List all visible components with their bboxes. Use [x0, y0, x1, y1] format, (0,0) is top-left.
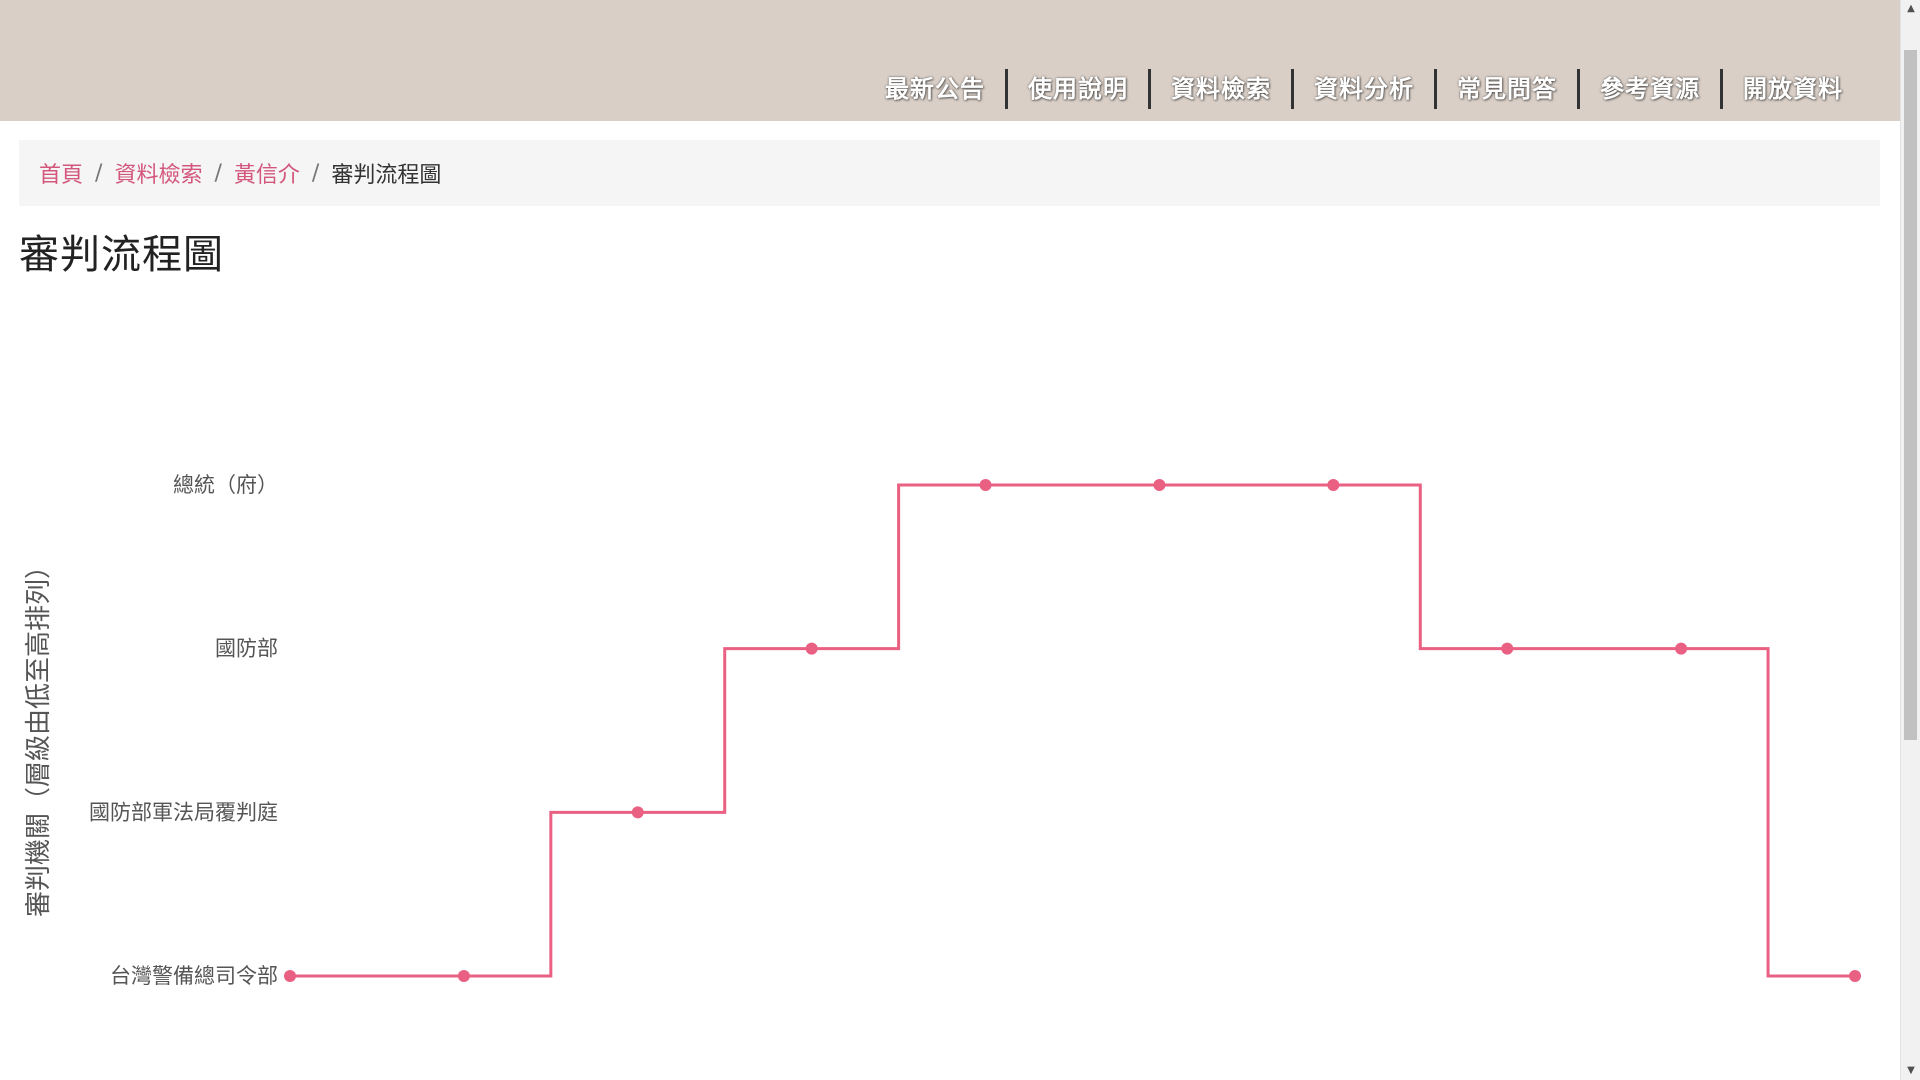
data-point[interactable]: [1675, 642, 1688, 655]
series-line-group: [290, 483, 1855, 978]
breadcrumb-separator: /: [311, 160, 320, 186]
data-points: [284, 479, 1861, 982]
nav-item-announcements[interactable]: 最新公告: [865, 66, 1005, 112]
y-axis-title: 審判機關（層級由低至高排列）: [24, 553, 54, 917]
breadcrumb-home[interactable]: 首頁: [39, 157, 83, 189]
trial-flow-chart: 審判機關（層級由低至高排列） 台灣警備總司令部 國防部軍法局覆判庭 國防部 總統（府）: [24, 473, 1861, 988]
nav-item-open-data[interactable]: 開放資料: [1723, 66, 1863, 112]
breadcrumb-person[interactable]: 黃信介: [234, 157, 300, 189]
data-point[interactable]: [1501, 642, 1514, 655]
series-line: [290, 483, 1855, 978]
scroll-up-arrow-icon[interactable]: ▲: [1901, 0, 1920, 18]
breadcrumb-search[interactable]: 資料檢索: [114, 157, 202, 189]
nav-item-faq[interactable]: 常見問答: [1437, 66, 1577, 112]
data-point[interactable]: [457, 970, 470, 982]
breadcrumb-current: 審判流程圖: [331, 163, 442, 188]
y-tick-label: 國防部軍法局覆判庭: [89, 800, 278, 824]
breadcrumb-separator: /: [214, 160, 222, 186]
nav-item-resources[interactable]: 參考資源: [1580, 66, 1720, 112]
scroll-down-arrow-icon[interactable]: ▼: [1901, 1062, 1920, 1080]
data-point[interactable]: [631, 806, 644, 819]
data-point[interactable]: [1327, 479, 1340, 491]
data-point[interactable]: [805, 642, 818, 655]
nav-item-search[interactable]: 資料檢索: [1151, 66, 1291, 112]
page: 最新公告 使用說明 資料檢索 資料分析 常見問答 參考資源 開放資料 首頁 / …: [0, 0, 1920, 1080]
y-tick-label: 總統（府）: [173, 473, 278, 497]
site-header: 最新公告 使用說明 資料檢索 資料分析 常見問答 參考資源 開放資料: [0, 0, 1900, 121]
data-point[interactable]: [979, 479, 992, 491]
data-point[interactable]: [1153, 479, 1166, 491]
data-point[interactable]: [284, 970, 296, 982]
vertical-scrollbar[interactable]: ▲ ▼: [1900, 0, 1920, 1080]
nav-item-guide[interactable]: 使用說明: [1008, 66, 1148, 112]
data-point[interactable]: [1849, 970, 1861, 982]
breadcrumb: 首頁 / 資料檢索 / 黃信介 / 審判流程圖: [19, 140, 1880, 206]
main-nav: 最新公告 使用說明 資料檢索 資料分析 常見問答 參考資源 開放資料: [865, 66, 1863, 112]
page-title: 審判流程圖: [19, 232, 224, 278]
scrollbar-thumb[interactable]: [1904, 50, 1917, 740]
breadcrumb-separator: /: [95, 160, 103, 186]
y-tick-label: 台灣警備總司令部: [110, 964, 278, 988]
nav-item-analysis[interactable]: 資料分析: [1294, 66, 1434, 112]
y-axis-ticks: 台灣警備總司令部 國防部軍法局覆判庭 國防部 總統（府）: [89, 473, 278, 988]
y-tick-label: 國防部: [215, 637, 278, 661]
